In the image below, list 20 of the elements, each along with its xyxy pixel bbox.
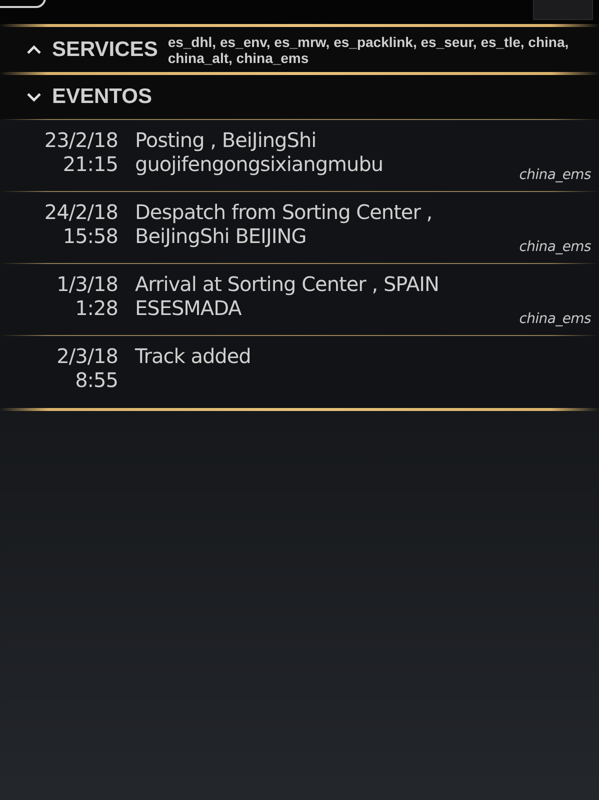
event-date: 24/2/18 [44, 200, 118, 224]
event-time: 1:28 [75, 296, 118, 320]
section-title: SERVICES [52, 38, 158, 62]
event-date: 1/3/18 [56, 272, 118, 296]
section-title: EVENTOS [52, 85, 152, 109]
event-time: 8:55 [75, 368, 118, 392]
services-list: es_dhl, es_env, es_mrw, es_packlink, es_seur, es_tle, china, china_alt, china_ems [168, 34, 587, 66]
event-description: Despatch from Sorting Center , BeiJingShi BEIJING [135, 200, 434, 250]
event-service: china_ems [519, 239, 591, 255]
event-description: Posting , BeiJingShi guojifengongsixiangmubu [135, 128, 384, 178]
chevron-down-icon[interactable] [26, 92, 42, 102]
event-service: china_ems [519, 167, 591, 183]
event-time: 15:58 [62, 224, 118, 248]
event-date: 2/3/18 [56, 344, 118, 368]
event-date: 23/2/18 [44, 128, 118, 152]
event-description: Track added [135, 344, 252, 370]
chevron-up-icon[interactable] [26, 44, 42, 54]
event-service: china_ems [519, 311, 591, 327]
event-description: Arrival at Sorting Center , SPAIN ESESMADA [135, 272, 440, 322]
event-time: 21:15 [62, 152, 118, 176]
